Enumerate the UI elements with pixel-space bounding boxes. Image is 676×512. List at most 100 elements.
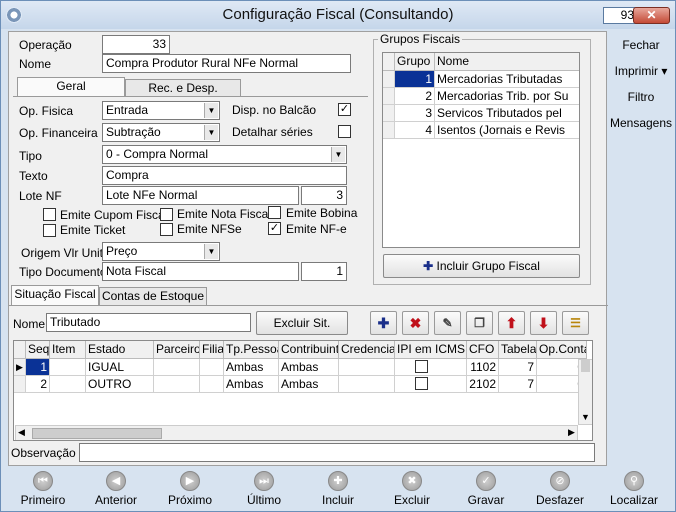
horizontal-scrollbar[interactable]: ◀ ▶ [15,425,578,440]
grupo-cell[interactable]: 4 [395,122,435,139]
gravar-button[interactable]: ✓ Gravar [451,471,521,507]
edit-icon[interactable]: ✎ [434,311,461,335]
op-financeira-select[interactable]: Subtração ▼ [102,123,220,142]
grupo-cell[interactable]: 1 [395,71,435,88]
filial-cell[interactable] [200,376,224,393]
vertical-scrollbar[interactable]: ▼ [578,359,592,425]
excluir-sit-fiscal-button[interactable]: Excluir Sit. Fiscal [256,311,348,352]
ultimo-button[interactable]: ⏭ Último [229,471,299,507]
cred-cell[interactable] [339,376,395,393]
column-header[interactable]: Filial [200,341,224,359]
column-header[interactable]: Estado [86,341,154,359]
tabela-cell[interactable]: 7 [499,359,537,376]
anterior-button[interactable]: ◀ Anterior [81,471,151,507]
imprimir-menu[interactable]: Imprimir ▾ [607,64,675,78]
observacao-field[interactable] [79,443,595,462]
emite-nfe-checkbox[interactable]: ✓ [268,222,281,235]
ipi-checkbox[interactable] [415,377,428,390]
tp-cell[interactable]: Ambas [224,376,279,393]
incluir-button[interactable]: ✚ Incluir [303,471,373,507]
incluir-grupo-button[interactable]: ✚ Incluir Grupo Fiscal [383,254,580,278]
scroll-left-icon[interactable]: ◀ [18,427,25,438]
lote-number[interactable]: 3 [301,186,347,205]
column-header[interactable]: Contribuinte [279,341,339,359]
parceiro-cell[interactable] [154,359,200,376]
stack-icon[interactable]: ☰ [562,311,589,335]
column-header[interactable]: Credencial [339,341,395,359]
nome-field[interactable]: Compra Produtor Rural NFe Normal [102,54,351,73]
tabela-cell[interactable]: 7 [499,376,537,393]
origem-select[interactable]: Preço ▼ [102,242,220,261]
tp-cell[interactable]: Ambas [224,359,279,376]
emite-cupom-checkbox[interactable] [43,208,56,221]
copy-icon[interactable]: ❐ [466,311,493,335]
arrow-down-icon[interactable]: ⬇ [530,311,557,335]
ipi-checkbox-cell[interactable] [395,376,467,393]
parceiro-cell[interactable] [154,376,200,393]
desfazer-button[interactable]: ⊘ Desfazer [525,471,595,507]
nome-cell[interactable]: Mercadorias Tributadas [435,71,579,88]
column-header[interactable]: Parceiro [154,341,200,359]
situacao-nome-field[interactable]: Tributado [46,313,251,332]
cfo-cell[interactable]: 1102 [467,359,499,376]
filtro-button[interactable]: Filtro [607,90,675,104]
op-fisica-select[interactable]: Entrada ▼ [102,101,220,120]
emite-bobina-checkbox[interactable] [268,206,281,219]
column-header[interactable]: Seq [26,341,50,359]
cred-cell[interactable] [339,359,395,376]
disp-balcao-checkbox[interactable]: ✓ [338,103,351,116]
fechar-button[interactable]: Fechar [607,38,675,52]
add-row-icon[interactable]: ✚ [370,311,397,335]
grupo-cell[interactable]: 2 [395,88,435,105]
primeiro-button[interactable]: ⏮ Primeiro [8,471,78,507]
estado-cell[interactable]: IGUAL [86,359,154,376]
cfo-cell[interactable]: 2102 [467,376,499,393]
grupos-grid[interactable]: Grupo Nome 1 Mercadorias Tributadas 2 Merca… [382,52,580,248]
detalhar-series-checkbox[interactable] [338,125,351,138]
column-header[interactable]: Tp.Pessoa [224,341,279,359]
tipo-doc-field[interactable]: Nota Fiscal [102,262,299,281]
seq-cell[interactable]: 2 [26,376,50,393]
scrollbar-thumb[interactable] [32,428,162,439]
scroll-down-icon[interactable]: ▼ [581,412,590,422]
tab-geral[interactable]: Geral [17,77,125,97]
ipi-checkbox-cell[interactable] [395,359,467,376]
column-header[interactable]: Item [50,341,86,359]
tipo-select[interactable]: 0 - Compra Normal ▼ [102,145,347,164]
mensagens-button[interactable]: Mensagens [607,116,675,130]
close-button[interactable]: ✕ [633,7,670,24]
tab-situacao-fiscal[interactable]: Situação Fiscal [11,285,99,305]
proximo-button[interactable]: ▶ Próximo [155,471,225,507]
texto-field[interactable]: Compra [102,166,347,185]
situacao-grid[interactable]: SeqItemEstadoParceiroFilialTp.PessoaCont… [13,340,593,441]
filial-cell[interactable] [200,359,224,376]
estado-cell[interactable]: OUTRO [86,376,154,393]
vertical-scrollbar-thumb[interactable] [581,360,590,372]
contrib-cell[interactable]: Ambas [279,376,339,393]
excluir-button[interactable]: ✖ Excluir [377,471,447,507]
column-header[interactable]: Tabela [499,341,537,359]
seq-cell[interactable]: 1 [26,359,50,376]
tipo-doc-number[interactable]: 1 [301,262,347,281]
nome-cell[interactable]: Servicos Tributados pel [435,105,579,122]
delete-row-icon[interactable]: ✖ [402,311,429,335]
tab-rec-desp[interactable]: Rec. e Desp. [125,79,241,97]
item-cell[interactable] [50,359,86,376]
column-header[interactable]: Op.Contab [537,341,587,359]
item-cell[interactable] [50,376,86,393]
contrib-cell[interactable]: Ambas [279,359,339,376]
arrow-up-icon[interactable]: ⬆ [498,311,525,335]
emite-ticket-checkbox[interactable] [43,224,56,237]
nome-cell[interactable]: Isentos (Jornais e Revis [435,122,579,139]
column-header[interactable]: IPI em ICMS [395,341,467,359]
scroll-right-icon[interactable]: ▶ [568,427,575,438]
tab-contas-estoque[interactable]: Contas de Estoque [99,287,207,305]
emite-nota-checkbox[interactable] [160,208,173,221]
lote-field[interactable]: Lote NFe Normal [102,186,299,205]
operacao-field[interactable]: 33 [102,35,170,54]
localizar-button[interactable]: ⚲ Localizar [599,471,669,507]
emite-nfse-checkbox[interactable] [160,223,173,236]
nome-cell[interactable]: Mercadorias Trib. por Su [435,88,579,105]
column-header[interactable]: CFO [467,341,499,359]
grupo-cell[interactable]: 3 [395,105,435,122]
